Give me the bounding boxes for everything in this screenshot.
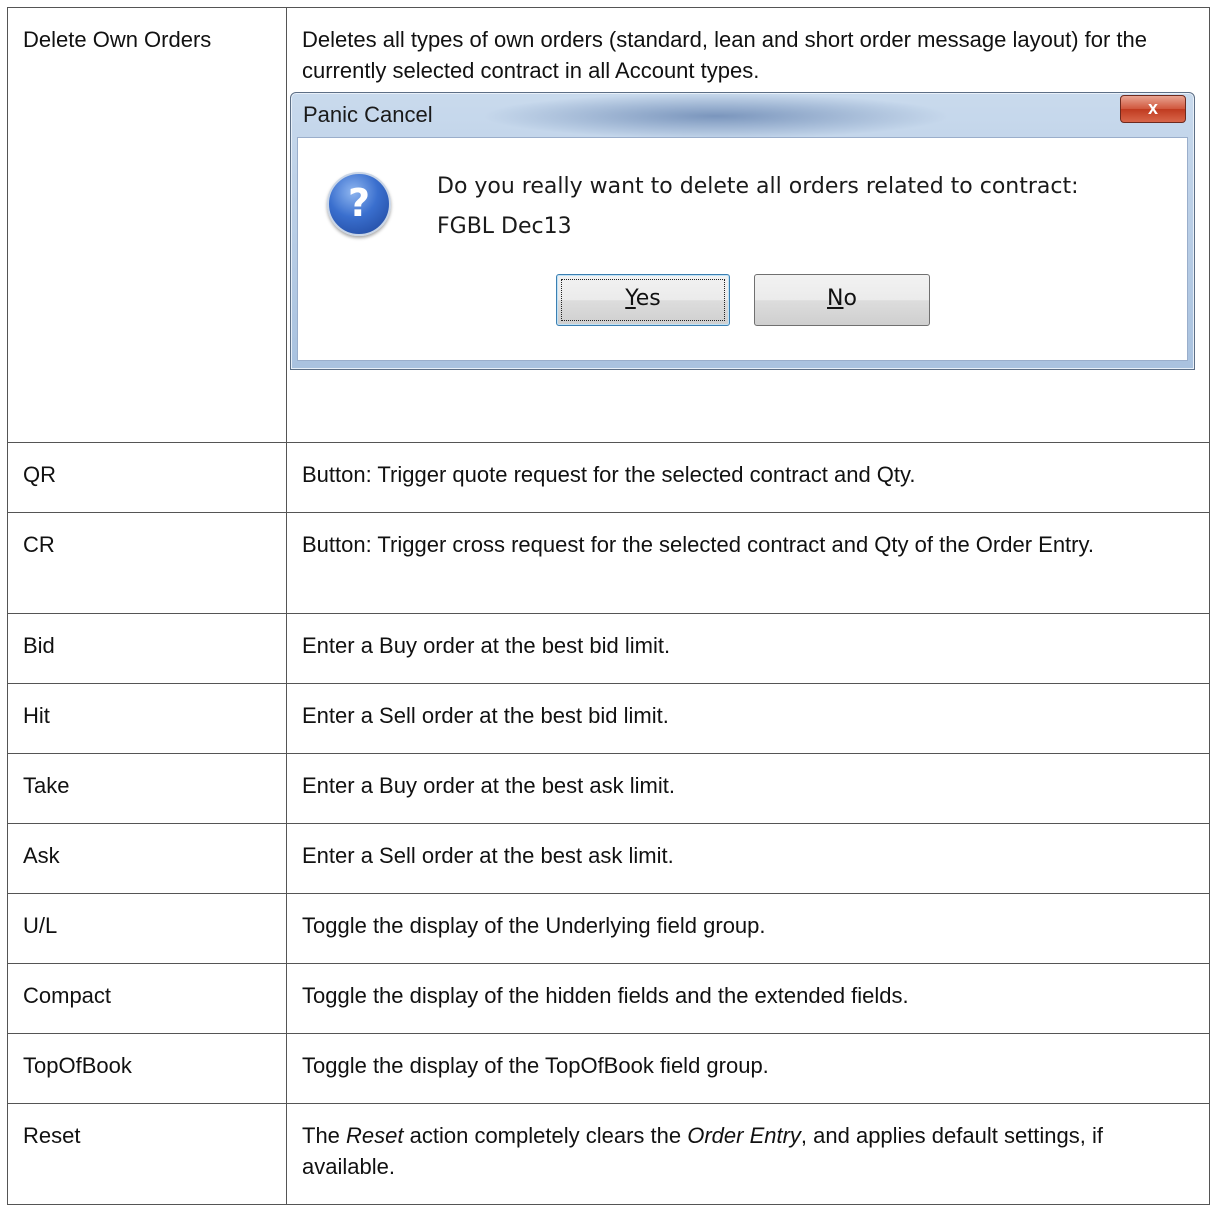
table-row: QR Button: Trigger quote request for the… [7, 442, 1210, 513]
row-label: CR [7, 512, 287, 614]
table-row: Take Enter a Buy order at the best ask l… [7, 753, 1210, 824]
text-part: action completely clears the [403, 1123, 688, 1148]
table-row: Hit Enter a Sell order at the best bid l… [7, 683, 1210, 754]
row-description: Toggle the display of the TopOfBook fiel… [286, 1033, 1210, 1104]
row-label: Delete Own Orders [7, 7, 287, 443]
row-label: Take [7, 753, 287, 824]
row-description: The Reset action completely clears the O… [286, 1103, 1210, 1205]
row-description: Toggle the display of the Underlying fie… [286, 893, 1210, 964]
emphasis-reset: Reset [346, 1123, 404, 1148]
table-row: Compact Toggle the display of the hidden… [7, 963, 1210, 1034]
row-label: Compact [7, 963, 287, 1034]
question-icon: ? [327, 172, 391, 236]
table-row: U/L Toggle the display of the Underlying… [7, 893, 1210, 964]
table-row: Bid Enter a Buy order at the best bid li… [7, 613, 1210, 684]
text-part: The [302, 1123, 347, 1148]
panic-cancel-dialog: Panic Cancel x ? Do you really want to d… [290, 92, 1195, 370]
row-label: Hit [7, 683, 287, 754]
table-row: CR Button: Trigger cross request for the… [7, 512, 1210, 614]
row-description: Enter a Sell order at the best bid limit… [286, 683, 1210, 754]
row-label: TopOfBook [7, 1033, 287, 1104]
row-label: Reset [7, 1103, 287, 1205]
table-row: TopOfBook Toggle the display of the TopO… [7, 1033, 1210, 1104]
row-description-text: Deletes all types of own orders (standar… [302, 27, 1148, 83]
table-row: Reset The Reset action completely clears… [7, 1103, 1210, 1205]
close-icon: x [1147, 98, 1158, 118]
no-button[interactable]: No [754, 274, 930, 326]
table-row: Ask Enter a Sell order at the best ask l… [7, 823, 1210, 894]
dialog-message: Do you really want to delete all orders … [437, 174, 1079, 199]
titlebar-glow [481, 93, 951, 139]
row-description: Toggle the display of the hidden fields … [286, 963, 1210, 1034]
table-row: Delete Own Orders Deletes all types of o… [7, 7, 1210, 443]
row-label: Ask [7, 823, 287, 894]
yes-button[interactable]: Yes [556, 274, 730, 326]
row-description: Enter a Buy order at the best ask limit. [286, 753, 1210, 824]
focus-rect [561, 279, 725, 321]
row-label: Bid [7, 613, 287, 684]
close-button[interactable]: x [1120, 95, 1186, 123]
dialog-contract: FGBL Dec13 [437, 214, 572, 239]
row-description: Button: Trigger cross request for the se… [286, 512, 1210, 614]
question-icon-glyph: ? [347, 181, 371, 225]
dialog-title: Panic Cancel [303, 102, 433, 127]
row-description: Button: Trigger quote request for the se… [286, 442, 1210, 513]
row-description: Deletes all types of own orders (standar… [286, 7, 1210, 443]
no-label-rest: o [843, 286, 857, 311]
row-description: Enter a Sell order at the best ask limit… [286, 823, 1210, 894]
dialog-body: ? Do you really want to delete all order… [297, 137, 1188, 361]
emphasis-order-entry: Order Entry [687, 1123, 801, 1148]
row-label: QR [7, 442, 287, 513]
row-label: U/L [7, 893, 287, 964]
row-description: Enter a Buy order at the best bid limit. [286, 613, 1210, 684]
description-table: Delete Own Orders Deletes all types of o… [7, 7, 1210, 1205]
no-accelerator: N [827, 286, 844, 311]
